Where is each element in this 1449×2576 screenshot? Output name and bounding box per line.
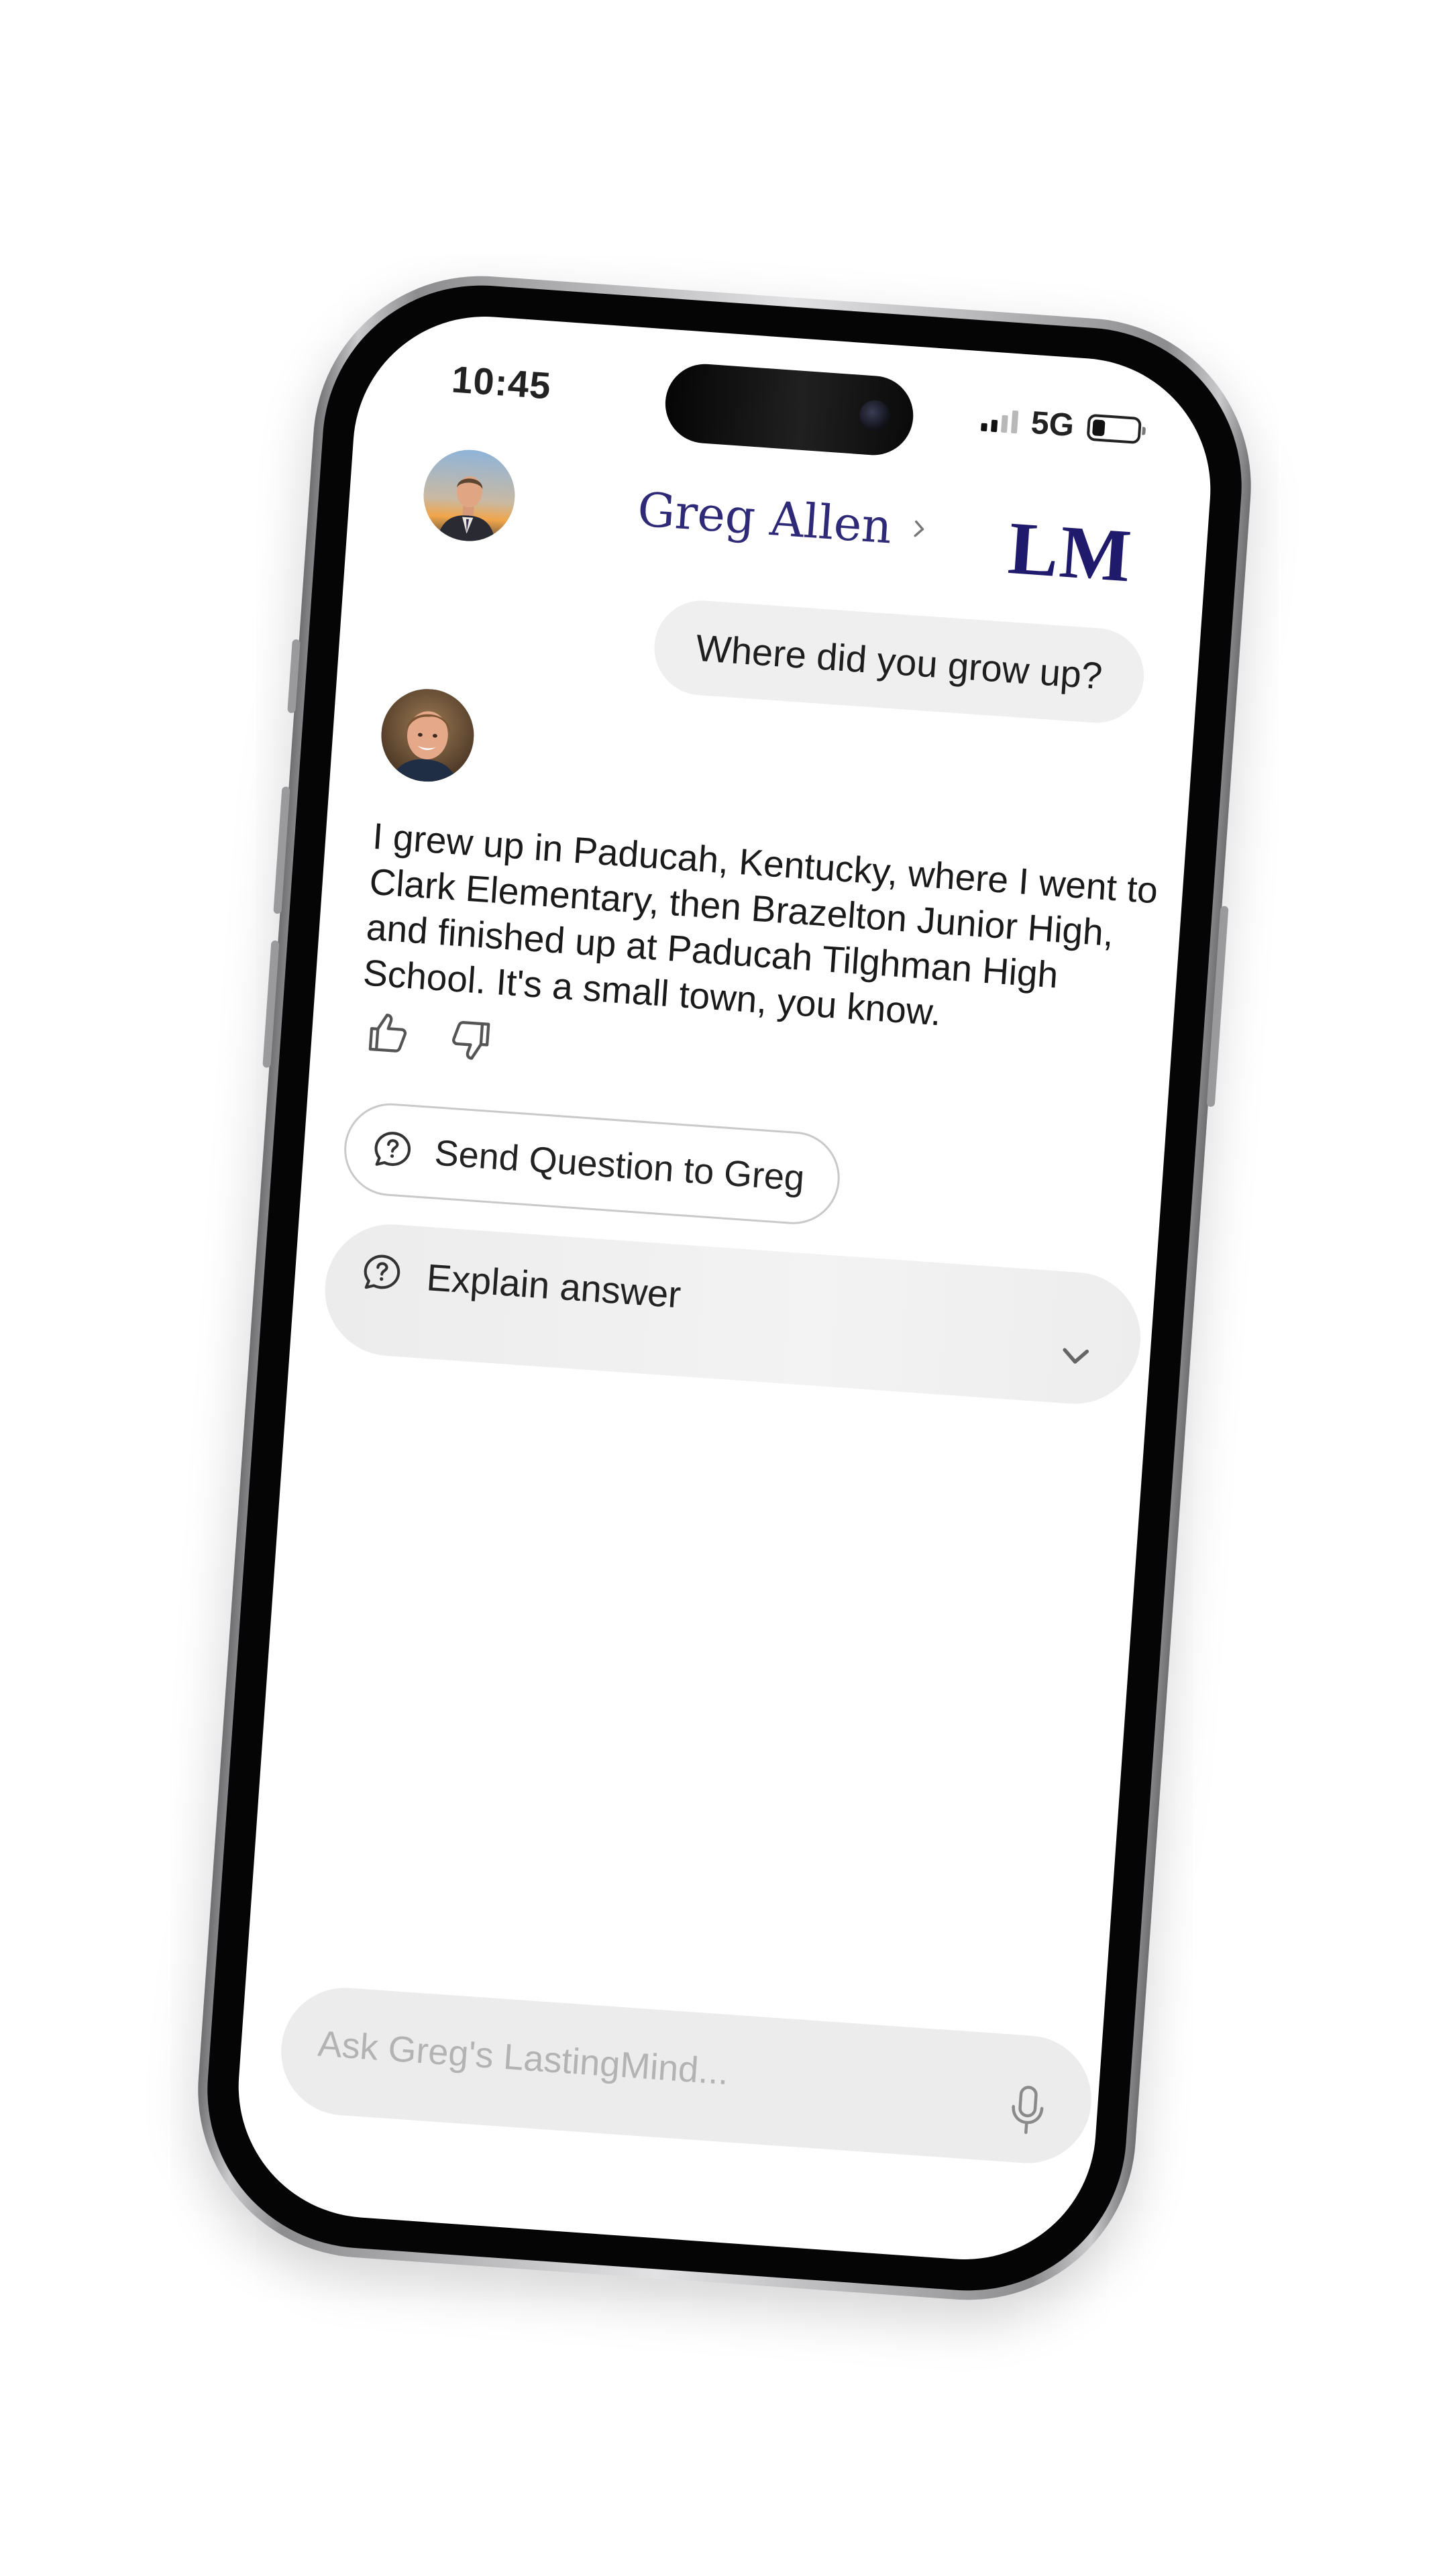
question-bubble-icon: [364, 1254, 400, 1289]
microphone-icon[interactable]: [1006, 2082, 1049, 2139]
camera-icon: [858, 398, 892, 433]
message-composer: [276, 1983, 1096, 2167]
send-question-button[interactable]: Send Question to Greg: [341, 1100, 843, 1228]
phone-bezel: 10:45 5G Greg Allen LM Where did you gro…: [197, 274, 1252, 2302]
network-type: 5G: [1030, 405, 1075, 444]
chevron-right-icon: [914, 520, 924, 537]
status-indicators: 5G: [980, 401, 1142, 449]
status-time: 10:45: [450, 358, 553, 407]
dynamic-island: [662, 361, 916, 458]
thumbs-down-icon[interactable]: [444, 1013, 497, 1066]
action-button: [287, 639, 301, 714]
user-message-bubble: Where did you grow up?: [651, 597, 1147, 727]
chevron-down-icon: [1063, 1348, 1089, 1364]
explain-answer-label: Explain answer: [425, 1256, 683, 1316]
thumbs-up-icon[interactable]: [362, 1008, 415, 1061]
volume-down-button: [262, 940, 280, 1068]
signal-icon: [981, 408, 1019, 433]
brand-logo[interactable]: LM: [1006, 505, 1135, 600]
volume-up-button: [273, 786, 290, 914]
contact-name-link[interactable]: Greg Allen: [636, 482, 930, 557]
contact-name: Greg Allen: [635, 482, 894, 555]
app-screen: 10:45 5G Greg Allen LM Where did you gro…: [229, 307, 1220, 2269]
explain-answer-toggle[interactable]: Explain answer: [320, 1220, 1145, 1409]
battery-icon: [1086, 413, 1142, 444]
device-mockup: 10:45 5G Greg Allen LM Where did you gro…: [0, 0, 1449, 2576]
feedback-row: [362, 1008, 498, 1067]
phone-frame: 10:45 5G Greg Allen LM Where did you gro…: [186, 264, 1263, 2312]
message-input[interactable]: [314, 2012, 924, 2117]
send-question-label: Send Question to Greg: [433, 1132, 806, 1199]
battery-level: [1092, 419, 1106, 436]
question-bubble-icon: [374, 1132, 411, 1166]
assistant-avatar: [378, 686, 478, 785]
profile-avatar[interactable]: [420, 447, 519, 545]
